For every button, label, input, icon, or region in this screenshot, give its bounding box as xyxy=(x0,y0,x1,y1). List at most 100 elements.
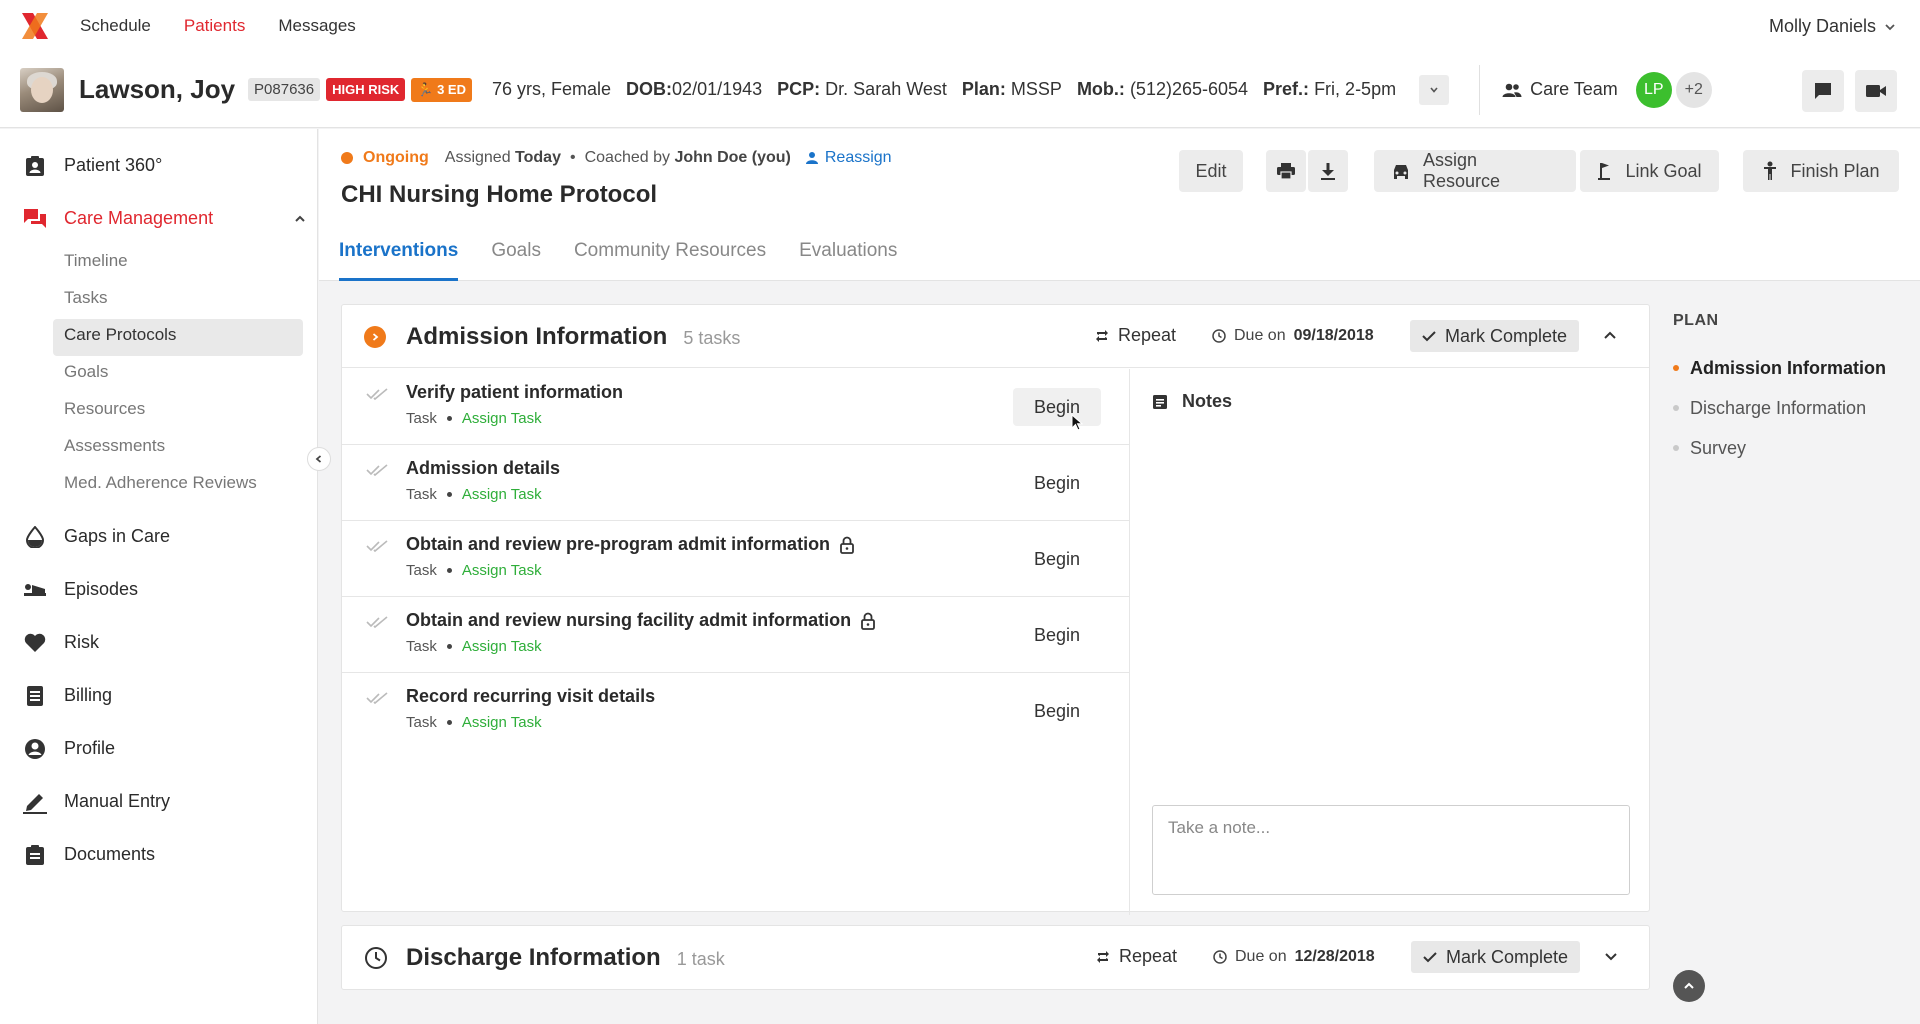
sidebar-item-label: Episodes xyxy=(64,579,139,599)
reassign-label: Reassign xyxy=(824,149,892,166)
sidebar-subitem-care-protocols[interactable]: Care Protocols xyxy=(53,319,303,356)
nav-patients[interactable]: Patients xyxy=(184,16,245,36)
reassign-link[interactable]: Reassign xyxy=(805,149,892,167)
chevron-up-icon[interactable] xyxy=(1602,327,1618,343)
scroll-to-top-button[interactable] xyxy=(1673,970,1705,1002)
sidebar-item-risk[interactable]: Risk xyxy=(0,616,317,669)
begin-button[interactable]: Begin xyxy=(1013,540,1101,578)
ed-visits-badge: 🏃 3 ED xyxy=(411,77,472,102)
sidebar-subitem-assessments[interactable]: Assessments xyxy=(53,430,303,467)
coached-label: Coached by xyxy=(584,149,670,166)
sidebar-item-label: Care Management xyxy=(64,208,214,228)
plan-item-discharge-information[interactable]: Discharge Information xyxy=(1673,388,1903,428)
tab-community-resources[interactable]: Community Resources xyxy=(574,231,766,281)
care-team[interactable]: Care Team LP +2 xyxy=(1502,71,1712,108)
clock-icon xyxy=(1212,329,1226,343)
collapse-sidebar-button[interactable] xyxy=(307,447,331,471)
plan-item-survey[interactable]: Survey xyxy=(1673,428,1903,468)
print-button[interactable] xyxy=(1266,150,1306,192)
sidebar-subitem-resources[interactable]: Resources xyxy=(53,393,303,430)
edit-button[interactable]: Edit xyxy=(1179,150,1243,192)
assign-task-link[interactable]: Assign Task xyxy=(462,638,542,655)
task-name[interactable]: Admission details xyxy=(406,458,560,479)
sidebar-item-documents[interactable]: Documents xyxy=(0,828,317,881)
double-check-icon xyxy=(366,692,388,705)
section-title-text: Admission Information xyxy=(406,323,668,350)
task-name[interactable]: Record recurring visit details xyxy=(406,686,655,707)
list-item: Verify patient information Task Assign T… xyxy=(342,369,1129,445)
sidebar-subitem-med-adherence-reviews[interactable]: Med. Adherence Reviews xyxy=(53,467,303,504)
avatar[interactable]: LP xyxy=(1635,71,1672,108)
finish-plan-button[interactable]: Finish Plan xyxy=(1743,150,1899,192)
repeat-button[interactable]: Repeat xyxy=(1096,946,1177,967)
sidebar-item-care-management[interactable]: Care Management xyxy=(0,192,317,245)
message-button[interactable] xyxy=(1802,70,1844,112)
page-title: CHI Nursing Home Protocol xyxy=(341,181,658,208)
chevron-right-circle-icon[interactable] xyxy=(364,326,386,348)
note-input[interactable] xyxy=(1152,805,1630,895)
dob-value: 02/01/1943 xyxy=(672,79,763,99)
assign-task-link[interactable]: Assign Task xyxy=(462,562,542,579)
preference-label: Pref.: xyxy=(1263,79,1310,99)
tab-goals[interactable]: Goals xyxy=(491,231,541,281)
section-header[interactable]: Discharge Information 1 task Repeat Due … xyxy=(342,926,1649,989)
download-button[interactable] xyxy=(1308,150,1348,192)
task-list: Verify patient information Task Assign T… xyxy=(342,369,1129,749)
assigned-when: Today xyxy=(515,149,561,166)
chevron-down-icon[interactable] xyxy=(1603,948,1619,964)
begin-button[interactable]: Begin xyxy=(1013,388,1101,426)
care-team-more-count[interactable]: +2 xyxy=(1675,71,1712,108)
task-name[interactable]: Verify patient information xyxy=(406,382,623,403)
patient-age-sex: 76 yrs, Female xyxy=(492,79,612,99)
begin-button[interactable]: Begin xyxy=(1013,464,1101,502)
assign-task-link[interactable]: Assign Task xyxy=(462,410,542,427)
nav-schedule[interactable]: Schedule xyxy=(80,16,151,36)
assign-resource-button[interactable]: Assign Resource xyxy=(1374,150,1576,192)
plan-item-admission-information[interactable]: Admission Information xyxy=(1673,348,1903,388)
task-name-text: Obtain and review nursing facility admit… xyxy=(406,610,852,630)
video-camera-icon xyxy=(1866,85,1886,97)
assign-task-link[interactable]: Assign Task xyxy=(462,486,542,503)
sidebar-item-profile[interactable]: Profile xyxy=(0,722,317,775)
begin-button[interactable]: Begin xyxy=(1013,616,1101,654)
tab-interventions[interactable]: Interventions xyxy=(339,231,459,281)
sidebar-subitem-goals[interactable]: Goals xyxy=(53,356,303,393)
printer-icon xyxy=(1277,163,1295,180)
sidebar-subitem-tasks[interactable]: Tasks xyxy=(53,282,303,319)
task-name[interactable]: Obtain and review pre-program admit info… xyxy=(406,534,854,555)
link-goal-button[interactable]: Link Goal xyxy=(1580,150,1719,192)
repeat-label: Repeat xyxy=(1119,946,1178,966)
task-name[interactable]: Obtain and review nursing facility admit… xyxy=(406,610,875,631)
people-icon xyxy=(1502,83,1522,97)
note-icon xyxy=(1153,394,1167,409)
patient-mobile: Mob.: (512)265-6054 xyxy=(1077,79,1248,100)
app-logo-icon[interactable] xyxy=(20,11,50,41)
expand-patient-details-button[interactable] xyxy=(1419,74,1450,105)
assign-task-link[interactable]: Assign Task xyxy=(462,714,542,731)
chevron-up-icon[interactable] xyxy=(293,212,307,226)
section-header[interactable]: Admission Information 5 tasks Repeat Due… xyxy=(342,305,1649,368)
assign-resource-label: Assign Resource xyxy=(1422,150,1501,191)
mark-complete-button[interactable]: Mark Complete xyxy=(1410,320,1580,352)
video-call-button[interactable] xyxy=(1855,70,1897,112)
tab-evaluations[interactable]: Evaluations xyxy=(799,231,897,281)
task-meta: Task Assign Task xyxy=(406,486,542,503)
user-menu[interactable]: Molly Daniels xyxy=(1769,16,1896,37)
mark-complete-button[interactable]: Mark Complete xyxy=(1411,941,1581,973)
nav-messages[interactable]: Messages xyxy=(278,16,355,36)
sidebar-item-billing[interactable]: Billing xyxy=(0,669,317,722)
repeat-label: Repeat xyxy=(1118,325,1177,345)
patient-pcp: PCP: Dr. Sarah West xyxy=(777,79,947,100)
sidebar-item-patient-360[interactable]: Patient 360° xyxy=(0,139,317,192)
sidebar-item-manual-entry[interactable]: Manual Entry xyxy=(0,775,317,828)
sidebar-subitem-timeline[interactable]: Timeline xyxy=(53,245,303,282)
begin-button[interactable]: Begin xyxy=(1013,692,1101,730)
repeat-button[interactable]: Repeat xyxy=(1095,325,1176,346)
list-item: Obtain and review nursing facility admit… xyxy=(342,597,1129,673)
sidebar-item-gaps-in-care[interactable]: Gaps in Care xyxy=(0,510,317,563)
sidebar-item-episodes[interactable]: Episodes xyxy=(0,563,317,616)
drop-icon xyxy=(26,525,44,548)
finish-person-icon xyxy=(1764,161,1777,180)
checkmark-icon xyxy=(1423,952,1437,963)
plan-tabs: Interventions Goals Community Resources … xyxy=(339,231,930,281)
